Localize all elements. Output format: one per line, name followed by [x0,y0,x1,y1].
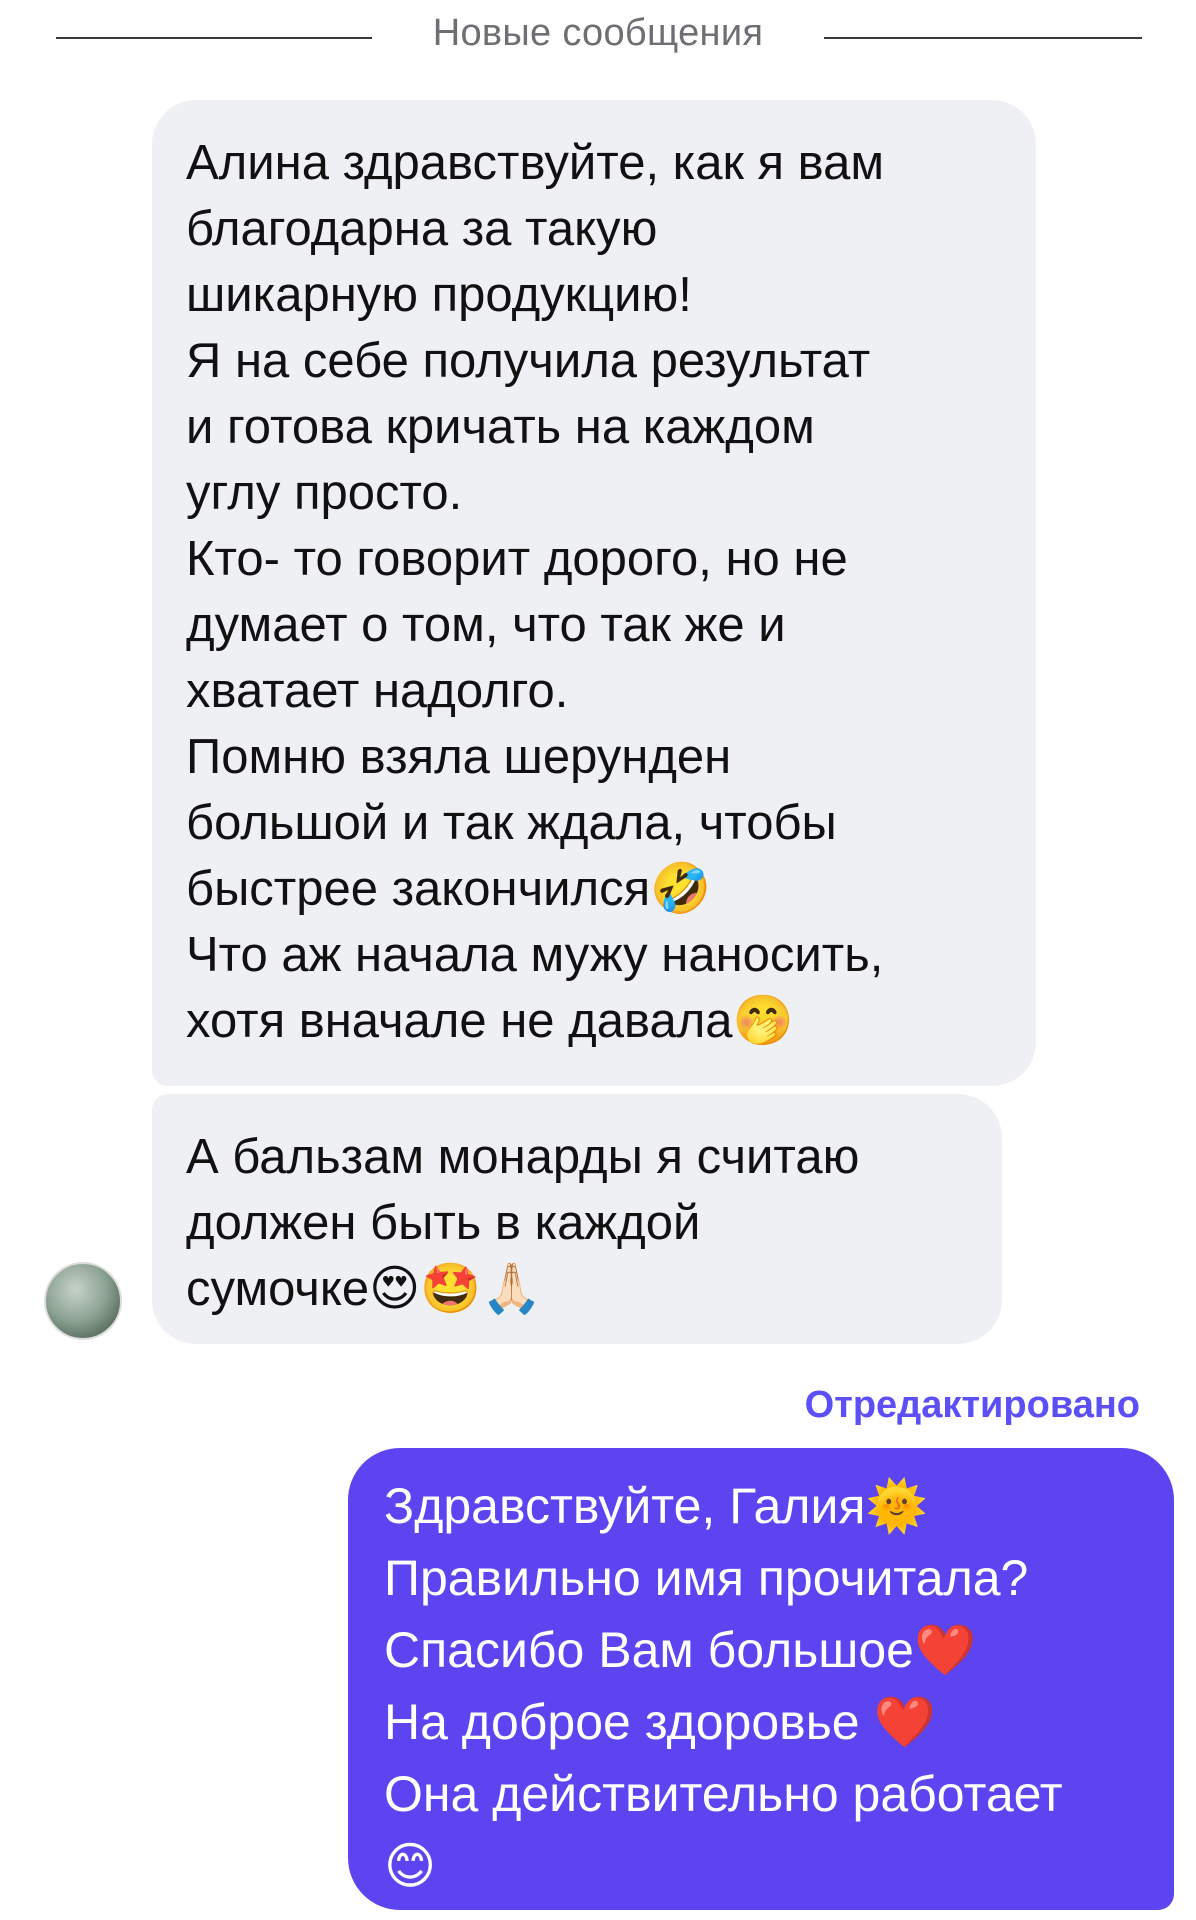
message-line: Алина здравствуйте, как я вам [186,136,885,190]
divider-line-left [56,37,372,39]
divider-line-right [824,37,1142,39]
message-line: думает о том, что так же и [186,598,786,652]
message-line: Что аж начала мужу наносить, [186,928,884,982]
message-line: и готова кричать на каждом [186,400,815,454]
message-line: На доброе здоровье ❤️ [384,1694,936,1750]
message-line: А бальзам монарды я считаю [186,1130,860,1184]
message-line: Правильно имя прочитала? [384,1550,1029,1606]
message-line: сумочке😍🤩🙏🏻 [186,1262,543,1316]
message-line: хотя вначале не давала🤭 [186,994,794,1048]
message-line: Кто- то говорит дорого, но не [186,532,848,586]
new-messages-label: Новые сообщения [432,12,764,54]
outgoing-message-bubble[interactable]: Здравствуйте, Галия🌞 Правильно имя прочи… [348,1448,1174,1910]
message-line: должен быть в каждой [186,1196,701,1250]
message-line: благодарна за такую [186,202,658,256]
new-messages-divider: Новые сообщения [0,0,1196,76]
message-line: Помню взяла шерунден [186,730,732,784]
sender-avatar[interactable] [44,1262,122,1340]
message-line: углу просто. [186,466,463,520]
edited-label: Отредактировано [804,1384,1140,1426]
message-line: 😊 [384,1838,437,1894]
message-line: быстрее закончился🤣 [186,862,712,916]
message-line: шикарную продукцию! [186,268,692,322]
message-line: Я на себе получила результат [186,334,871,388]
message-line: большой и так ждала, чтобы [186,796,837,850]
incoming-message-bubble[interactable]: А бальзам монарды я считаю должен быть в… [152,1094,1002,1344]
message-line: Она действительно работает [384,1766,1063,1822]
incoming-message-bubble[interactable]: Алина здравствуйте, как я вам благодарна… [152,100,1036,1086]
message-line: Здравствуйте, Галия🌞 [384,1478,928,1534]
message-line: Спасибо Вам большое❤️ [384,1622,977,1678]
message-line: хватает надолго. [186,664,569,718]
